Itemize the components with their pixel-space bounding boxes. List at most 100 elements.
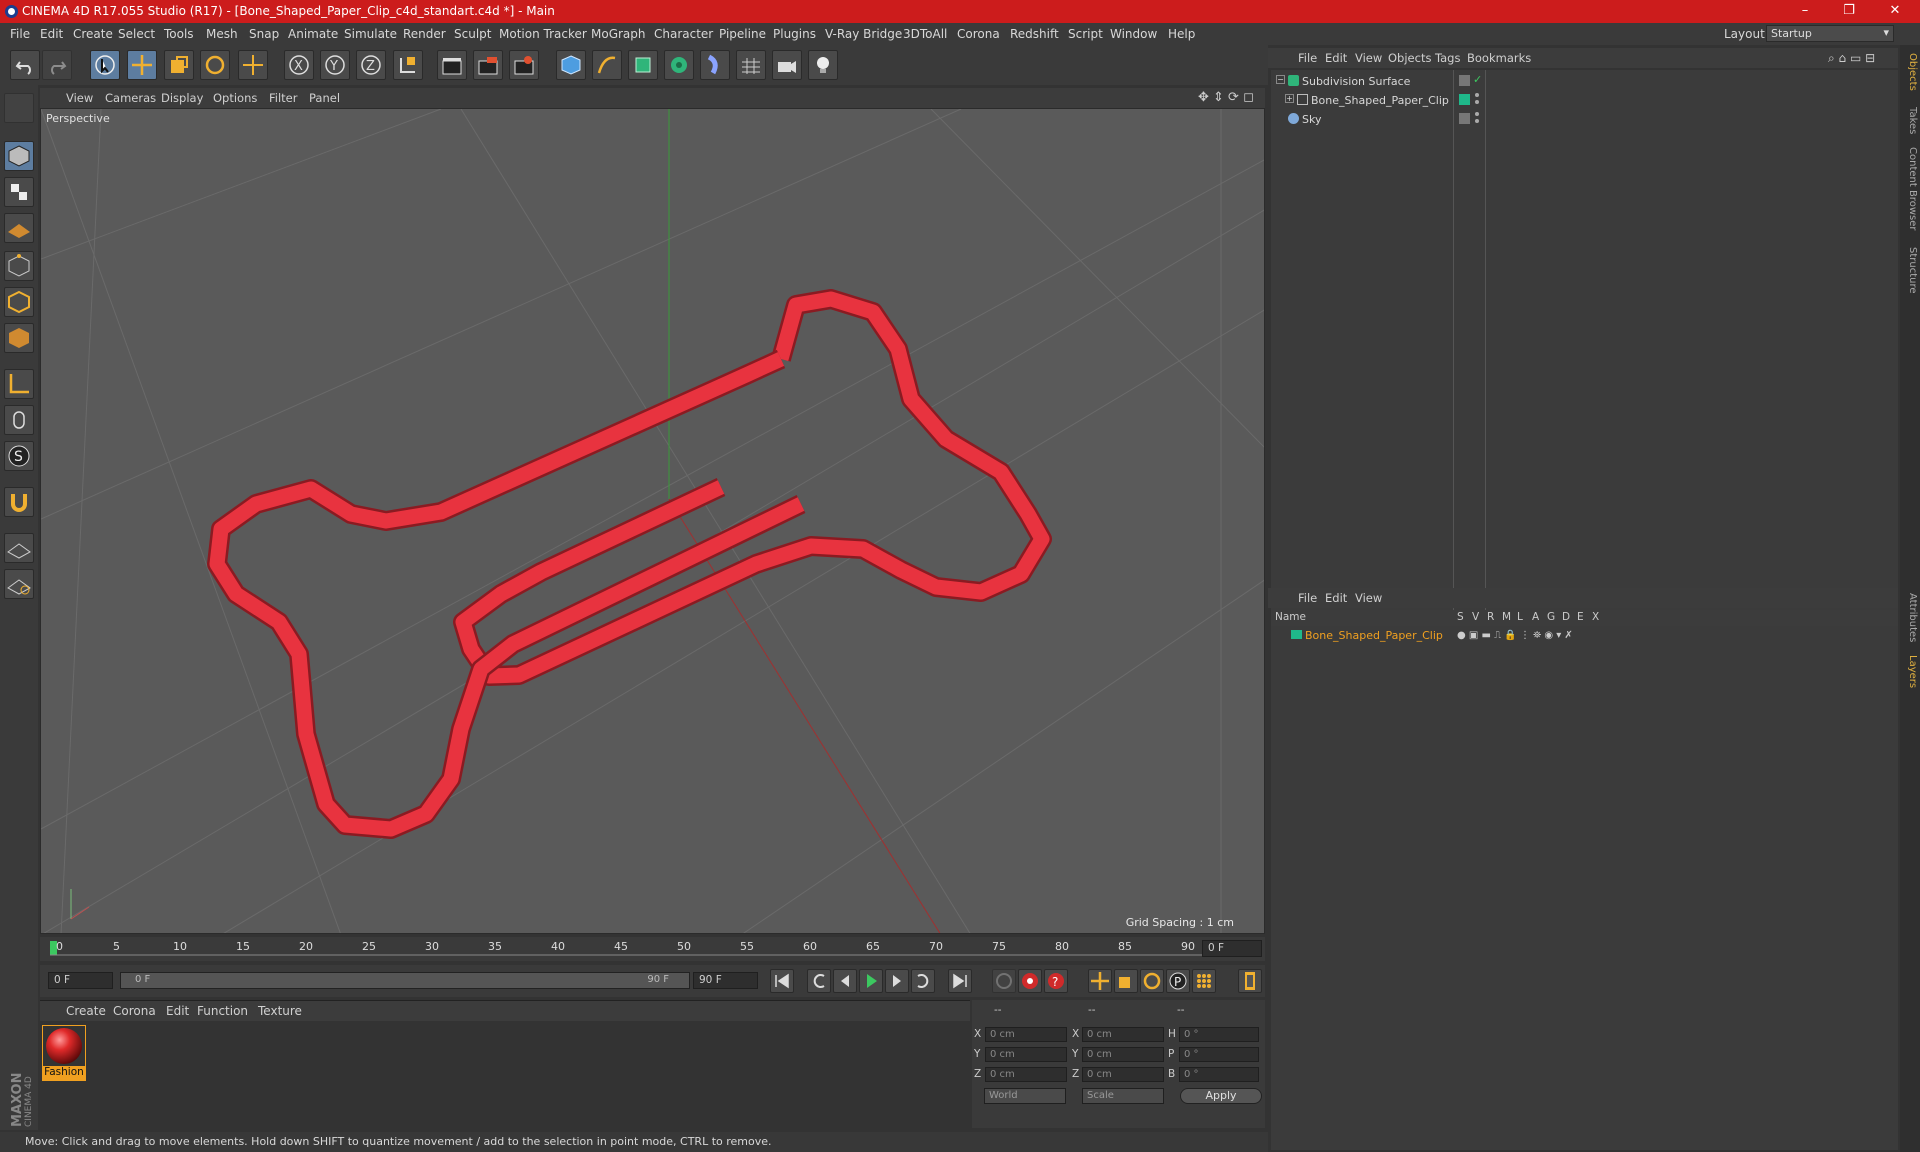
transform-tool-button[interactable] [238,50,268,80]
menu-sculpt[interactable]: Sculpt [454,27,491,41]
magnet-button[interactable] [4,487,34,517]
viewport-menu-panel[interactable]: Panel [309,91,340,105]
object-name[interactable]: Sky [1302,113,1321,126]
layer-row[interactable]: Bone_Shaped_Paper_Clip ● ▣ ▬ ⎍ 🔒 ⋮ ⛯ ◉ ▾… [1271,627,1898,646]
layer-menu-edit[interactable]: Edit [1325,591,1347,605]
side-tab-objects[interactable]: Objects [1902,53,1918,91]
x-axis-lock-button[interactable]: X [284,50,314,80]
menu-pipeline[interactable]: Pipeline [719,27,766,41]
menu-plugins[interactable]: Plugins [773,27,816,41]
om-menu-view[interactable]: View [1355,51,1382,65]
close-button[interactable]: ✕ [1872,0,1918,23]
start-frame-field[interactable]: 0 F [48,972,113,989]
menu-character[interactable]: Character [654,27,713,41]
apply-button[interactable]: Apply [1180,1088,1262,1104]
menu-window[interactable]: Window [1110,27,1157,41]
snap-button[interactable]: S [4,441,34,471]
collapse-icon[interactable]: − [1276,75,1285,84]
add-environment-button[interactable] [736,50,766,80]
om-menu-objects[interactable]: Objects [1388,51,1431,65]
layout-dropdown[interactable]: Startup ▾ [1766,25,1894,42]
frame-range-slider[interactable]: 0 F 90 F [120,972,690,989]
3d-viewport[interactable]: Perspective Grid Spacing : 1 cm [40,108,1265,934]
go-to-start-button[interactable] [770,969,794,993]
workplane-mode-button[interactable] [4,213,34,243]
col-manager[interactable]: M [1502,611,1511,623]
texture-mode-button[interactable] [4,177,34,207]
axis-mode-button[interactable] [4,369,34,399]
col-name[interactable]: Name [1275,611,1306,623]
render-view-button[interactable] [437,50,467,80]
position-x-field[interactable]: 0 cm [985,1027,1067,1042]
menu-3dtoall[interactable]: 3DToAll [903,27,947,41]
menu-mograph[interactable]: MoGraph [591,27,646,41]
col-generators[interactable]: G [1547,611,1555,623]
material-menu-create[interactable]: Create [66,1004,106,1018]
render-picture-viewer-button[interactable] [473,50,503,80]
menu-mesh[interactable]: Mesh [206,27,238,41]
rotation-p-field[interactable]: 0 ° [1179,1047,1259,1062]
layer-menu-view[interactable]: View [1355,591,1382,605]
size-z-field[interactable]: 0 cm [1082,1067,1164,1082]
timeline-ruler[interactable]: 0 5 10 15 20 25 30 35 40 45 50 55 60 65 … [40,937,1265,961]
tree-row[interactable]: − Subdivision Surface ✓ [1271,72,1898,91]
edges-mode-button[interactable] [4,287,34,317]
tree-row[interactable]: + Bone_Shaped_Paper_Clip [1271,91,1898,110]
key-parameter-button[interactable]: P [1166,969,1190,993]
lock-workplane-button[interactable] [4,533,34,563]
material-menu-edit[interactable]: Edit [166,1004,189,1018]
menu-create[interactable]: Create [73,27,113,41]
go-to-end-button[interactable] [948,969,972,993]
previous-frame-button[interactable] [833,969,857,993]
layer-color-swatch[interactable] [1459,94,1470,105]
viewport-menu-filter[interactable]: Filter [269,91,297,105]
editor-visibility-dot[interactable] [1475,112,1479,116]
menu-redshift[interactable]: Redshift [1010,27,1059,41]
material-menu-texture[interactable]: Texture [258,1004,302,1018]
coordinate-system-button[interactable] [393,50,423,80]
col-animation[interactable]: A [1532,611,1539,623]
col-expressions[interactable]: E [1577,611,1584,623]
next-frame-button[interactable] [885,969,909,993]
key-rotation-button[interactable] [1140,969,1164,993]
layer-menu-file[interactable]: File [1298,591,1317,605]
menu-script[interactable]: Script [1068,27,1103,41]
previous-key-button[interactable] [807,969,831,993]
size-y-field[interactable]: 0 cm [1082,1047,1164,1062]
keyframe-selection-button[interactable]: ? [1044,969,1068,993]
add-nurbs-button[interactable] [628,50,658,80]
menu-help[interactable]: Help [1168,27,1195,41]
om-menu-bookmarks[interactable]: Bookmarks [1467,51,1531,65]
menu-animate[interactable]: Animate [288,27,338,41]
menu-vray-bridge[interactable]: V-Ray Bridge [825,27,902,41]
menu-tools[interactable]: Tools [164,27,194,41]
add-spline-button[interactable] [592,50,622,80]
undo-button[interactable] [10,50,40,80]
size-x-field[interactable]: 0 cm [1082,1027,1164,1042]
om-search-icon[interactable]: ⌕ ⌂ ▭ ⊟ [1828,51,1875,66]
key-scale-button[interactable] [1114,969,1138,993]
col-xref[interactable]: X [1592,611,1599,623]
expand-icon[interactable]: + [1285,94,1294,103]
rotation-b-field[interactable]: 0 ° [1179,1067,1259,1082]
redo-button[interactable] [42,50,72,80]
next-key-button[interactable] [911,969,935,993]
add-cube-button[interactable] [556,50,586,80]
render-settings-button[interactable] [509,50,539,80]
points-mode-button[interactable] [4,251,34,281]
coordinate-mode-dropdown[interactable]: World [984,1088,1066,1104]
menu-motion-tracker[interactable]: Motion Tracker [499,27,587,41]
object-name[interactable]: Bone_Shaped_Paper_Clip [1311,94,1449,107]
side-tab-content-browser[interactable]: Content Browser [1902,147,1918,230]
om-menu-edit[interactable]: Edit [1325,51,1347,65]
editor-visibility-toggle[interactable] [1459,113,1470,124]
make-editable-button[interactable] [4,93,34,123]
editor-visibility-toggle[interactable] [1459,75,1470,86]
y-axis-lock-button[interactable]: Y [320,50,350,80]
menu-file[interactable]: File [10,27,30,41]
move-tool-button[interactable] [127,50,157,80]
size-mode-dropdown[interactable]: Scale [1082,1088,1164,1104]
model-mode-button[interactable] [4,141,34,171]
play-button[interactable] [859,969,883,993]
viewport-menu-view[interactable]: View [66,91,93,105]
